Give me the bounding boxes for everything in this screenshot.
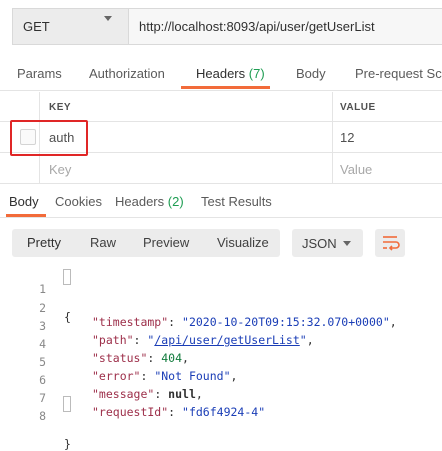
tab-headers-count: (7): [248, 66, 265, 81]
code-line: 6 "message": null,: [0, 359, 442, 401]
tab-authorization[interactable]: Authorization: [89, 66, 165, 81]
tab-response-body[interactable]: Body: [9, 194, 39, 209]
line-number: 8: [39, 409, 46, 423]
code-line: 3 "path": "/api/user/getUserList",: [0, 305, 442, 347]
tab-params-label: Params: [17, 66, 62, 81]
tab-body-label: Body: [296, 66, 326, 81]
column-header-value: VALUE: [340, 102, 376, 113]
method-label: GET: [23, 19, 50, 34]
tab-cookies[interactable]: Cookies: [55, 194, 102, 209]
code-line: 7 "requestId": "fd6f4924-4": [0, 377, 442, 419]
tab-response-headers-label: Headers: [115, 194, 165, 209]
code-line: 1 {: [0, 268, 442, 324]
tab-authorization-label: Authorization: [89, 66, 165, 81]
column-header-key: KEY: [49, 102, 72, 113]
tab-test-results[interactable]: Test Results: [201, 194, 272, 209]
divider: [0, 90, 442, 91]
highlight-annotation: [10, 120, 88, 156]
language-select[interactable]: JSON: [292, 229, 363, 257]
divider: [0, 217, 442, 218]
url-input[interactable]: http://localhost:8093/api/user/getUserLi…: [128, 8, 442, 45]
visualize-button[interactable]: Visualize: [217, 235, 269, 250]
tab-test-results-label: Test Results: [201, 194, 272, 209]
tab-response-headers[interactable]: Headers (2): [115, 194, 184, 209]
wrap-lines-icon: [383, 236, 400, 251]
tab-pre-request-script[interactable]: Pre-request Scri: [355, 66, 442, 81]
header-value-field[interactable]: 12: [340, 130, 354, 145]
tab-pre-request-label: Pre-request Scri: [355, 66, 442, 81]
code-line: 8 }: [0, 395, 442, 451]
pretty-button[interactable]: Pretty: [27, 235, 61, 250]
chevron-down-icon: [104, 16, 112, 21]
tab-headers-label: Headers: [196, 66, 246, 81]
raw-button[interactable]: Raw: [90, 235, 116, 250]
method-select[interactable]: GET: [12, 8, 128, 45]
active-tab-indicator: [181, 86, 270, 89]
matching-brace-box: [63, 396, 71, 412]
code-line: 5 "error": "Not Found",: [0, 341, 442, 383]
tab-params[interactable]: Params: [17, 66, 62, 81]
wrap-lines-button[interactable]: [375, 229, 405, 257]
chevron-down-icon: [343, 241, 351, 246]
url-text: http://localhost:8093/api/user/getUserLi…: [139, 19, 375, 34]
matching-brace-box: [63, 269, 71, 285]
code-line: 4 "status": 404,: [0, 323, 442, 365]
preview-button[interactable]: Preview: [143, 235, 189, 250]
new-key-input[interactable]: Key: [49, 162, 71, 177]
new-value-input[interactable]: Value: [340, 162, 372, 177]
language-label: JSON: [302, 235, 337, 251]
tab-response-headers-count: (2): [167, 194, 184, 209]
tab-headers[interactable]: Headers (7): [196, 66, 265, 81]
json-close-brace: }: [64, 437, 71, 451]
tab-cookies-label: Cookies: [55, 194, 102, 209]
tab-body[interactable]: Body: [296, 66, 326, 81]
tab-response-body-label: Body: [9, 194, 39, 209]
code-line: 2 "timestamp": "2020-10-20T09:15:32.070+…: [0, 287, 442, 329]
